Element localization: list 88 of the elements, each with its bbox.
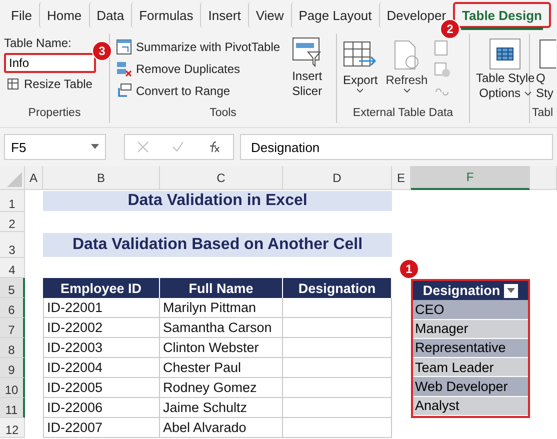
list-cell: Web Developer	[413, 377, 528, 397]
row-header[interactable]: 7	[0, 318, 25, 338]
table-cell: Marilyn Pittman	[160, 298, 283, 318]
table-cell: Rodney Gomez	[160, 378, 283, 398]
caret-icon	[402, 88, 411, 94]
table-cell: ID-22003	[43, 338, 160, 358]
ribbon-tab[interactable]: Formulas	[131, 2, 200, 28]
caret-icon	[356, 88, 364, 94]
callout-badge: 3	[92, 41, 112, 61]
table-name-label: Table Name:	[4, 36, 72, 50]
column-header[interactable]: D	[283, 166, 392, 190]
list-cell: Manager	[413, 320, 528, 339]
row-header[interactable]: 3	[0, 232, 25, 258]
table-cell: ID-22004	[43, 358, 160, 378]
header-cell: Full Name	[160, 278, 283, 298]
row-header[interactable]: 12	[0, 418, 25, 438]
row-header[interactable]: 1	[0, 190, 25, 212]
list-cell: CEO	[413, 300, 528, 320]
callout-badge: 2	[440, 19, 460, 39]
ribbon-tab[interactable]: Home	[38, 2, 89, 28]
column-header[interactable]: A	[25, 166, 43, 190]
group-label: Tabl	[531, 107, 554, 121]
list-cell: Representative	[413, 338, 528, 358]
ribbon-tab[interactable]: Page Layout	[290, 2, 379, 28]
insert-slicer-button[interactable]: Insert Slicer	[290, 34, 324, 107]
export-button[interactable]: Export	[341, 38, 380, 107]
name-box[interactable]: F5	[4, 134, 106, 160]
formula-field[interactable]: Designation	[240, 134, 553, 160]
table-cell: ID-22007	[43, 418, 160, 438]
check-icon	[172, 141, 184, 153]
group-label: Tools	[208, 107, 238, 121]
table-cell: Abel Alvarado	[160, 418, 283, 438]
remove-duplicates-icon	[116, 61, 132, 77]
column-header[interactable]: B	[43, 166, 160, 190]
list-cell: Team Leader	[413, 358, 528, 378]
tool-button[interactable]: Remove Duplicates	[114, 60, 282, 78]
row-header[interactable]: 6	[0, 298, 25, 318]
column-header[interactable]: F	[411, 166, 530, 190]
slicer-icon	[292, 36, 322, 68]
pivot-table-icon	[116, 39, 132, 55]
list-cell: Analyst	[413, 396, 528, 416]
row-header[interactable]: 4	[0, 258, 25, 278]
table-cell: Samantha Carson	[160, 318, 283, 338]
header-cell: Designation	[283, 278, 392, 298]
ribbon-tab[interactable]: Data	[88, 2, 132, 28]
cancel-icon	[136, 141, 149, 153]
table-cell: ID-22001	[43, 298, 160, 318]
convert-range-icon	[116, 83, 132, 99]
row-header[interactable]: 8	[0, 338, 25, 358]
table-cell: Clinton Webster	[160, 338, 283, 358]
resize-table-button[interactable]: Resize Table	[4, 76, 105, 92]
tool-button[interactable]: Convert to Range	[114, 82, 282, 100]
callout-badge: 1	[399, 259, 419, 279]
row-header[interactable]: 11	[0, 398, 25, 418]
header-cell: Employee ID	[43, 278, 160, 298]
resize-table-icon	[6, 77, 20, 91]
caret-icon	[507, 288, 516, 294]
row-header[interactable]: 2	[0, 212, 25, 232]
table-cell: ID-22005	[43, 378, 160, 398]
row-header[interactable]: 9	[0, 358, 25, 378]
function-icon	[207, 141, 222, 153]
refresh-button[interactable]: Refresh	[384, 38, 430, 107]
table-cell: ID-22006	[43, 398, 160, 418]
column-header[interactable]: E	[392, 166, 411, 190]
ribbon-tab[interactable]: Table Design	[453, 2, 551, 28]
table-cell: Chester Paul	[160, 358, 283, 378]
group-label: Properties	[27, 107, 82, 121]
header-cell: Designation	[422, 283, 500, 298]
browser-table-icon	[434, 62, 450, 78]
group-label: External Table Data	[352, 107, 454, 121]
table-cell: Jaime Schultz	[160, 398, 283, 418]
title-cell: Data Validation Based on Another Cell	[43, 233, 392, 257]
row-header[interactable]: 10	[0, 378, 25, 398]
caret-icon	[524, 90, 532, 97]
quick-styles-button[interactable]: Q Sty	[534, 36, 557, 107]
table-name-field[interactable]: Info	[4, 53, 96, 73]
tool-button[interactable]: Summarize with PivotTable	[114, 38, 282, 56]
row-header[interactable]: 5	[0, 278, 25, 298]
dropdown-arrow-icon	[91, 144, 99, 150]
table-style-options-button[interactable]: Table Style Options	[474, 36, 537, 107]
table-grid-icon	[489, 38, 522, 70]
ribbon-tab[interactable]: File	[4, 2, 39, 28]
column-header[interactable]: C	[160, 166, 283, 190]
ribbon-tab[interactable]: View	[248, 2, 291, 28]
title-cell: Data Validation in Excel	[43, 191, 392, 211]
table-cell: ID-22002	[43, 318, 160, 338]
ribbon-tab[interactable]: Insert	[200, 2, 248, 28]
filter-dropdown-button[interactable]	[504, 284, 518, 298]
